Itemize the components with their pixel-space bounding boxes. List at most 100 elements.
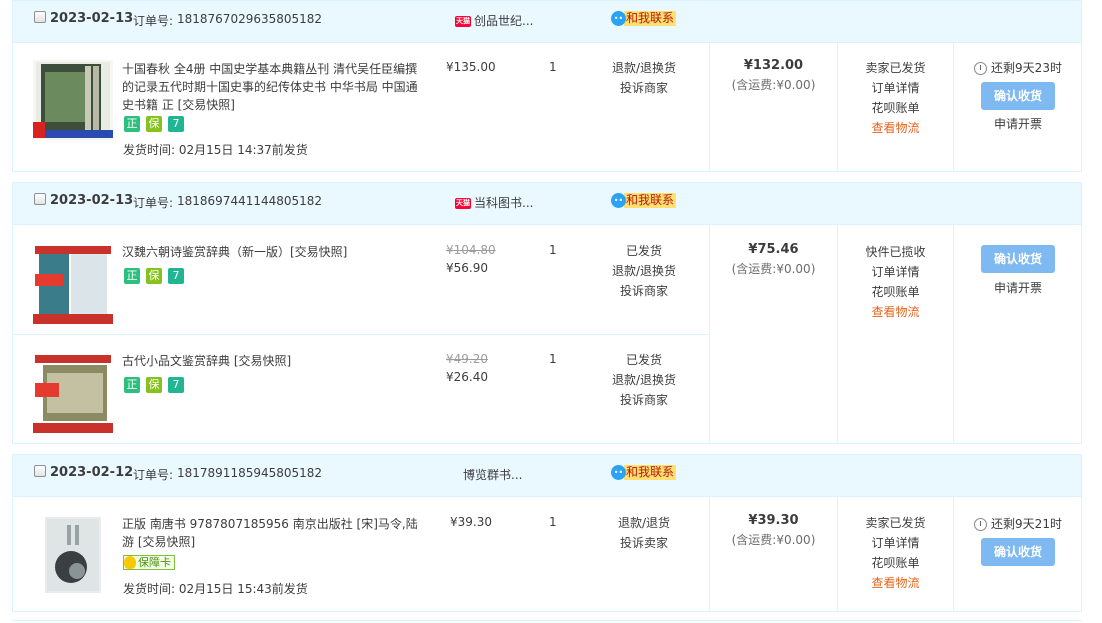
product-thumbnail[interactable]: [33, 244, 113, 324]
ship-time: 发货时间: 02月15日 14:37前发货: [123, 143, 308, 157]
guarantee-icon[interactable]: 保: [146, 268, 162, 284]
shipped-status: 已发货: [625, 244, 662, 258]
service-badges: 正保7: [124, 377, 190, 393]
item-price: ¥39.30: [450, 515, 492, 529]
order-number: 1818697441144805182: [177, 194, 323, 208]
order-checkbox[interactable]: [34, 465, 46, 477]
complain-link[interactable]: 投诉商家: [603, 390, 685, 410]
status-text: 卖家已发货: [865, 61, 926, 75]
guarantee-icon[interactable]: 保: [146, 377, 162, 393]
contact-label[interactable]: 和我联系: [624, 193, 677, 208]
order-header: 2023-02-13 订单号: 1818767029635805182 天猫 创品…: [13, 1, 1081, 43]
order-header: 2023-02-12 订单号: 1817891185945805182 博览群书…: [13, 455, 1081, 497]
order-card: 2023-02-12 订单号: 1817891185945805182 博览群书…: [12, 454, 1082, 612]
product-thumbnail[interactable]: [33, 60, 113, 140]
order-detail-link[interactable]: 订单详情: [838, 78, 953, 98]
item-price: ¥49.20 ¥26.40: [446, 352, 488, 384]
product-thumbnail[interactable]: [33, 353, 113, 433]
item-operations: 已发货 退款/退换货 投诉商家: [603, 241, 685, 301]
guarantee-card-badge[interactable]: 保障卡: [123, 555, 175, 570]
shop-name[interactable]: 当科图书...: [474, 196, 533, 210]
view-logistics-link[interactable]: 查看物流: [838, 573, 953, 593]
huabei-bill-link[interactable]: 花呗账单: [838, 98, 953, 118]
order-number-label: 订单号:: [133, 468, 174, 482]
total-amount: ¥39.30: [748, 513, 799, 528]
order-date: 2023-02-13: [50, 193, 134, 208]
original-price: ¥49.20: [446, 352, 488, 366]
shop-name[interactable]: 创品世纪...: [474, 14, 533, 28]
item-price: ¥135.00: [446, 60, 496, 74]
complain-link[interactable]: 投诉卖家: [603, 533, 685, 553]
refund-link[interactable]: 退款/退换货: [603, 58, 685, 78]
contact-label[interactable]: 和我联系: [624, 465, 677, 480]
product-title[interactable]: 十国春秋 全4册 中国史学基本典籍丛刊 清代吴任臣编撰的记录五代时期十国史事的纪…: [122, 60, 422, 114]
refund-link[interactable]: 退款/退换货: [603, 370, 685, 390]
shop-link[interactable]: 天猫 当科图书...: [455, 194, 533, 211]
order-checkbox[interactable]: [34, 11, 46, 23]
order-detail-link[interactable]: 订单详情: [838, 262, 953, 282]
ship-time: 发货时间: 02月15日 15:43前发货: [123, 582, 308, 596]
seven-day-return-icon[interactable]: 7: [168, 268, 184, 284]
order-date: 2023-02-12: [50, 465, 134, 480]
authentic-icon[interactable]: 正: [124, 268, 140, 284]
complain-link[interactable]: 投诉商家: [603, 281, 685, 301]
item-quantity: 1: [549, 352, 557, 366]
view-logistics-link[interactable]: 查看物流: [838, 302, 953, 322]
guarantee-icon[interactable]: 保: [146, 116, 162, 132]
order-number-label: 订单号:: [133, 14, 174, 28]
item-operations: 退款/退货 投诉卖家: [603, 513, 685, 553]
view-logistics-link[interactable]: 查看物流: [838, 118, 953, 138]
huabei-bill-link[interactable]: 花呗账单: [838, 282, 953, 302]
order-status: 卖家已发货 订单详情 花呗账单 查看物流: [838, 58, 953, 138]
order-card: 2023-02-13 订单号: 1818767029635805182 天猫 创品…: [12, 0, 1082, 172]
bulb-icon: [124, 556, 136, 569]
order-actions: 还剩9天23时 确认收货 申请开票: [954, 59, 1082, 132]
shipping-fee: (含运费:¥0.00): [731, 533, 816, 547]
service-badges: 正保7: [124, 268, 190, 284]
authentic-icon[interactable]: 正: [124, 116, 140, 132]
order-number: 1818767029635805182: [177, 12, 323, 26]
product-title[interactable]: 汉魏六朝诗鉴赏辞典（新一版）[交易快照]: [122, 243, 422, 261]
original-price: ¥104.80: [446, 243, 496, 257]
total-amount: ¥75.46: [748, 242, 799, 257]
order-checkbox[interactable]: [34, 193, 46, 205]
status-text: 卖家已发货: [865, 516, 926, 530]
contact-seller-button[interactable]: •• 和我联系: [611, 193, 677, 210]
shop-name[interactable]: 博览群书...: [463, 468, 522, 482]
product-title[interactable]: 正版 南唐书 9787807185956 南京出版社 [宋]马令,陆游 [交易快…: [122, 515, 422, 551]
refund-link[interactable]: 退款/退货: [603, 513, 685, 533]
product-title[interactable]: 古代小品文鉴赏辞典 [交易快照]: [122, 352, 422, 370]
remaining-time: 还剩9天21时: [954, 515, 1082, 532]
confirm-receipt-button[interactable]: 确认收货: [981, 538, 1055, 566]
authentic-icon[interactable]: 正: [124, 377, 140, 393]
shipping-fee: (含运费:¥0.00): [731, 262, 816, 276]
huabei-bill-link[interactable]: 花呗账单: [838, 553, 953, 573]
product-thumbnail[interactable]: [33, 515, 113, 595]
order-total: ¥39.30 (含运费:¥0.00): [710, 513, 837, 548]
item-price: ¥104.80 ¥56.90: [446, 243, 496, 275]
refund-link[interactable]: 退款/退换货: [603, 261, 685, 281]
complain-link[interactable]: 投诉商家: [603, 78, 685, 98]
item-operations: 已发货 退款/退换货 投诉商家: [603, 350, 685, 410]
contact-seller-button[interactable]: •• 和我联系: [611, 11, 677, 28]
remaining-time-text: 还剩9天23时: [991, 61, 1062, 75]
shop-link[interactable]: 天猫 创品世纪...: [455, 12, 533, 29]
order-date: 2023-02-13: [50, 11, 134, 26]
contact-seller-button[interactable]: •• 和我联系: [611, 465, 677, 482]
order-actions: 确认收货 申请开票: [954, 245, 1082, 296]
tmall-icon: 天猫: [455, 198, 471, 209]
order-header: 2023-02-13 订单号: 1818697441144805182 天猫 当科…: [13, 183, 1081, 225]
status-text: 快件已揽收: [865, 245, 926, 259]
order-detail-link[interactable]: 订单详情: [838, 533, 953, 553]
seven-day-return-icon[interactable]: 7: [168, 377, 184, 393]
confirm-receipt-button[interactable]: 确认收货: [981, 245, 1055, 273]
contact-label[interactable]: 和我联系: [624, 11, 677, 26]
request-invoice-link[interactable]: 申请开票: [954, 115, 1082, 132]
shop-link[interactable]: 博览群书...: [463, 466, 522, 483]
seven-day-return-icon[interactable]: 7: [168, 116, 184, 132]
confirm-receipt-button[interactable]: 确认收货: [981, 82, 1055, 110]
request-invoice-link[interactable]: 申请开票: [954, 279, 1082, 296]
order-actions: 还剩9天21时 确认收货: [954, 515, 1082, 566]
shipping-fee: (含运费:¥0.00): [731, 78, 816, 92]
wangwang-icon: ••: [611, 193, 626, 208]
